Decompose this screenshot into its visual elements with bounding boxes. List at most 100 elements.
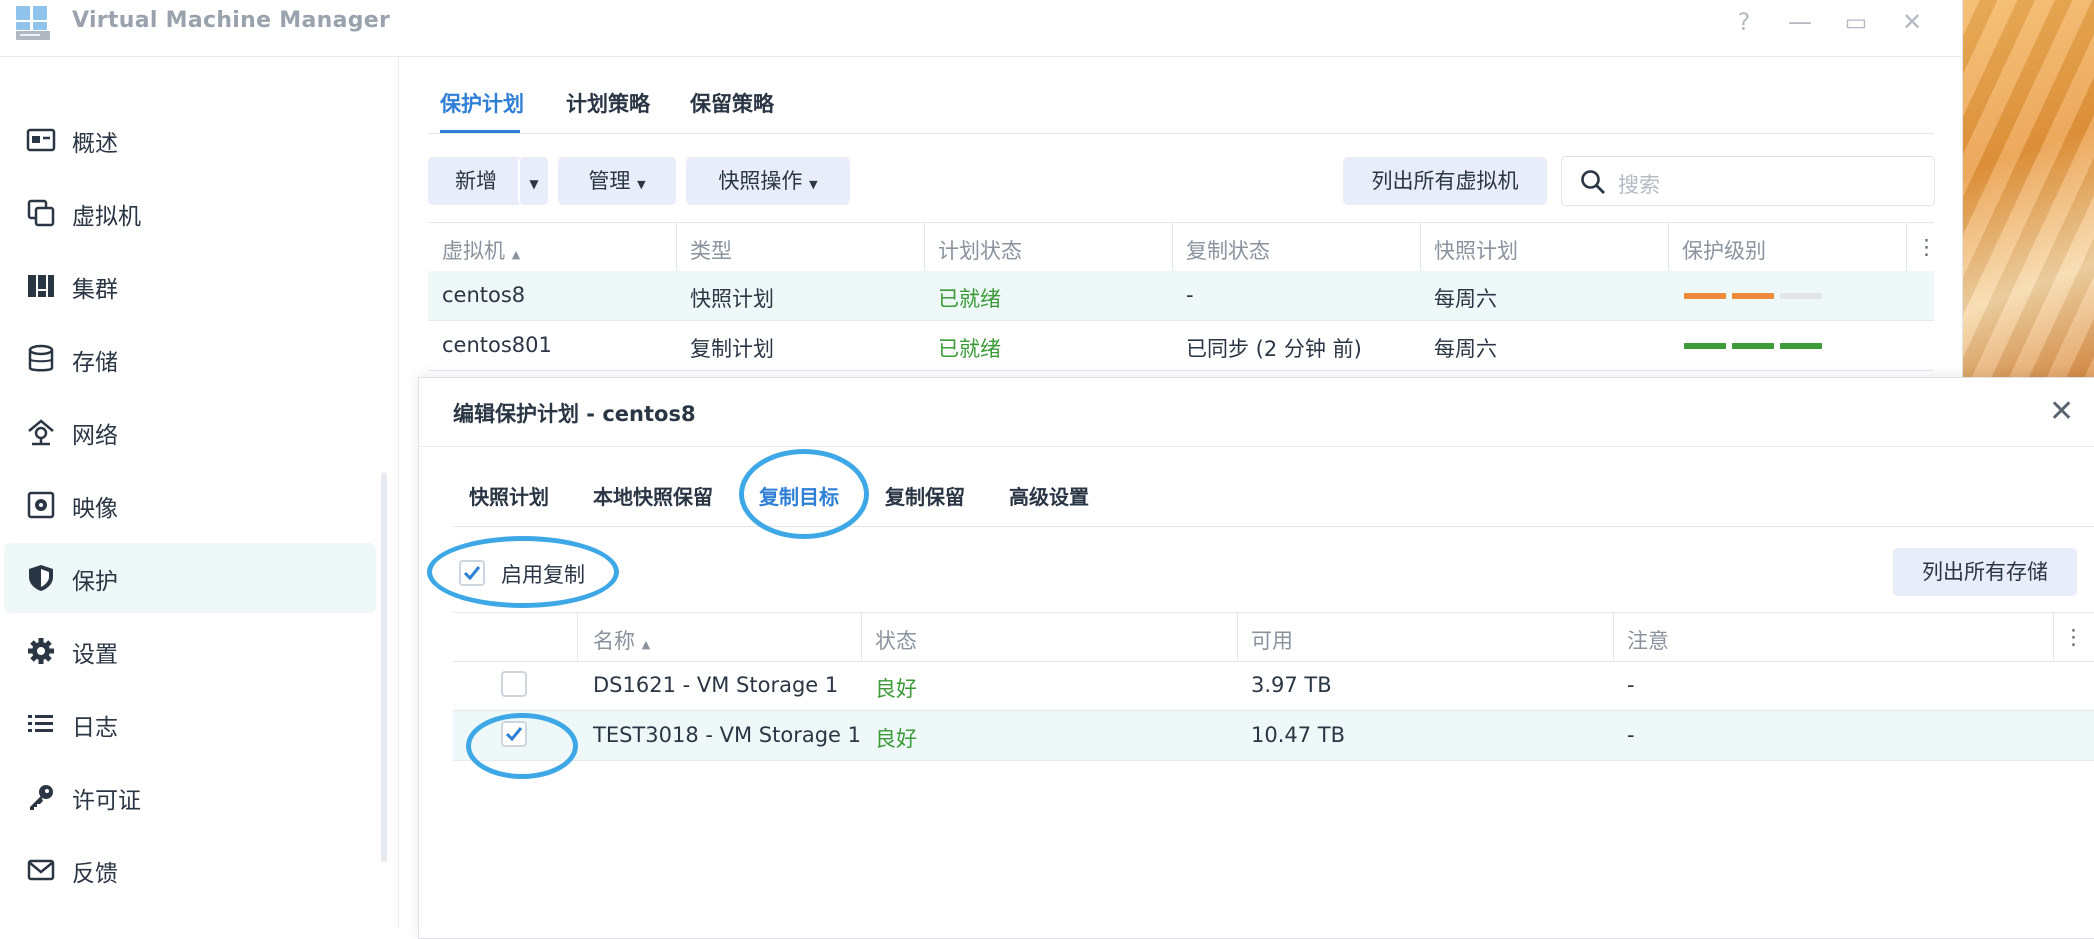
- dialog-title: 编辑保护计划 - centos8: [453, 402, 696, 426]
- level-bar: [1732, 293, 1774, 299]
- tab-retention-policy[interactable]: 保留策略: [690, 88, 774, 118]
- maximize-button[interactable]: ▭: [1840, 6, 1872, 38]
- level-bar: [1780, 293, 1822, 299]
- add-dropdown-button[interactable]: ▼: [518, 157, 548, 205]
- manage-button-label: 管理: [588, 169, 631, 193]
- sidebar-item-protection[interactable]: 保护: [4, 543, 376, 613]
- highlight-ring: [739, 449, 869, 539]
- level-bar: [1732, 343, 1774, 349]
- row-checkbox[interactable]: [501, 671, 527, 697]
- sort-asc-icon: ▲: [511, 248, 521, 261]
- sidebar-item-log[interactable]: 日志: [4, 689, 376, 759]
- cell-plan-status: 已就绪: [938, 337, 1001, 361]
- col-snapshot-schedule[interactable]: 快照计划: [1434, 235, 1518, 265]
- col-type[interactable]: 类型: [690, 235, 732, 265]
- network-icon: [28, 419, 54, 446]
- col-vm[interactable]: 虚拟机 ▲: [442, 235, 520, 265]
- cell-vm: centos801: [442, 333, 552, 357]
- list-all-storage-button[interactable]: 列出所有存储: [1893, 548, 2077, 596]
- caret-down-icon: ▼: [809, 178, 818, 191]
- log-list-icon: [28, 715, 53, 732]
- dialog-tab-replication-retention[interactable]: 复制保留: [885, 481, 965, 510]
- add-button[interactable]: 新增: [428, 157, 524, 205]
- table-row[interactable]: centos801 复制计划 已就绪 已同步 (2 分钟 前) 每周六: [428, 321, 1934, 371]
- cell-schedule: 每周六: [1434, 287, 1497, 311]
- search-icon: [1581, 170, 1605, 194]
- cell-schedule: 每周六: [1434, 337, 1497, 361]
- cell-repl-status: -: [1186, 283, 1194, 307]
- caret-down-icon: ▼: [637, 178, 646, 191]
- level-bar: [1780, 343, 1822, 349]
- vm-icon: [27, 199, 55, 227]
- cell-name: DS1621 - VM Storage 1: [593, 673, 839, 697]
- sidebar-item-label: 许可证: [72, 788, 141, 814]
- sidebar-item-storage[interactable]: 存储: [4, 324, 376, 394]
- cell-note: -: [1627, 723, 1635, 747]
- sidebar-item-vm[interactable]: 虚拟机: [4, 178, 376, 248]
- sidebar-item-feedback[interactable]: 反馈: [4, 835, 376, 905]
- table-row[interactable]: centos8 快照计划 已就绪 - 每周六: [428, 271, 1934, 321]
- minimize-button[interactable]: —: [1784, 6, 1816, 38]
- storage-row[interactable]: DS1621 - VM Storage 1 良好 3.97 TB -: [453, 661, 2094, 711]
- sidebar-item-cluster[interactable]: 集群: [4, 251, 376, 321]
- col-plan-status[interactable]: 计划状态: [938, 235, 1022, 265]
- sidebar-item-overview[interactable]: 概述: [4, 105, 376, 175]
- overview-icon: [26, 128, 56, 152]
- sidebar-item-label: 反馈: [72, 861, 118, 887]
- sidebar-item-label: 设置: [72, 642, 118, 668]
- sidebar-scrollbar[interactable]: [381, 472, 387, 862]
- gear-icon: [28, 638, 54, 664]
- highlight-ring: [427, 536, 619, 608]
- cell-note: -: [1627, 673, 1635, 697]
- col-note[interactable]: 注意: [1627, 625, 1669, 655]
- image-icon: [27, 491, 55, 519]
- storage-row[interactable]: TEST3018 - VM Storage 1 良好 10.47 TB -: [453, 711, 2094, 761]
- column-menu-icon[interactable]: ⋮: [2063, 625, 2084, 649]
- snapshot-ops-label: 快照操作: [718, 169, 803, 193]
- sidebar-item-label: 集群: [72, 277, 118, 303]
- column-menu-icon[interactable]: ⋮: [1916, 235, 1937, 259]
- list-all-vms-button[interactable]: 列出所有虚拟机: [1343, 157, 1547, 205]
- key-icon: [30, 785, 53, 810]
- sidebar-item-label: 概述: [72, 131, 118, 157]
- close-icon[interactable]: ✕: [2049, 394, 2074, 429]
- col-available[interactable]: 可用: [1251, 625, 1293, 655]
- cell-available: 3.97 TB: [1251, 673, 1332, 697]
- mail-icon: [27, 859, 55, 881]
- cell-available: 10.47 TB: [1251, 723, 1346, 747]
- manage-button[interactable]: 管理 ▼: [558, 157, 676, 205]
- cell-plan-status: 已就绪: [938, 287, 1001, 311]
- storage-grid-header: 名称 ▲ 状态 可用 注意 ⋮: [453, 612, 2094, 662]
- sidebar-item-image[interactable]: 映像: [4, 470, 376, 540]
- col-status[interactable]: 状态: [875, 625, 917, 655]
- sort-asc-icon: ▲: [641, 638, 651, 651]
- shield-icon: [29, 565, 53, 591]
- add-button-label: 新增: [455, 169, 497, 193]
- title-bar: Virtual Machine Manager ? — ▭ ✕: [0, 0, 1962, 57]
- help-button[interactable]: ?: [1728, 6, 1760, 38]
- sidebar-item-license[interactable]: 许可证: [4, 762, 376, 832]
- app-icon: [16, 6, 50, 40]
- search-box[interactable]: 搜索: [1561, 156, 1935, 206]
- app-title: Virtual Machine Manager: [72, 8, 391, 33]
- dialog-tab-advanced[interactable]: 高级设置: [1009, 481, 1089, 510]
- dialog-tab-local-retention[interactable]: 本地快照保留: [593, 481, 713, 510]
- col-repl-status[interactable]: 复制状态: [1186, 235, 1270, 265]
- sidebar-item-settings[interactable]: 设置: [4, 616, 376, 686]
- tab-protection-plan[interactable]: 保护计划: [440, 88, 524, 118]
- col-name[interactable]: 名称 ▲: [593, 625, 650, 655]
- search-input[interactable]: 搜索: [1618, 169, 1660, 199]
- cell-type: 复制计划: [690, 337, 774, 361]
- dialog-tabs-divider: [453, 526, 2094, 527]
- storage-icon: [28, 344, 54, 372]
- close-window-button[interactable]: ✕: [1896, 6, 1928, 38]
- cell-vm: centos8: [442, 283, 526, 307]
- tab-plan-policy[interactable]: 计划策略: [566, 88, 650, 118]
- sidebar-item-label: 日志: [72, 715, 118, 741]
- dialog-tab-snapshot-plan[interactable]: 快照计划: [469, 481, 549, 510]
- snapshot-ops-button[interactable]: 快照操作 ▼: [686, 157, 850, 205]
- cell-repl-status: 已同步 (2 分钟 前): [1186, 337, 1362, 361]
- col-protection-level[interactable]: 保护级别: [1682, 235, 1766, 265]
- sidebar-item-network[interactable]: 网络: [4, 397, 376, 467]
- cell-status: 良好: [875, 677, 917, 701]
